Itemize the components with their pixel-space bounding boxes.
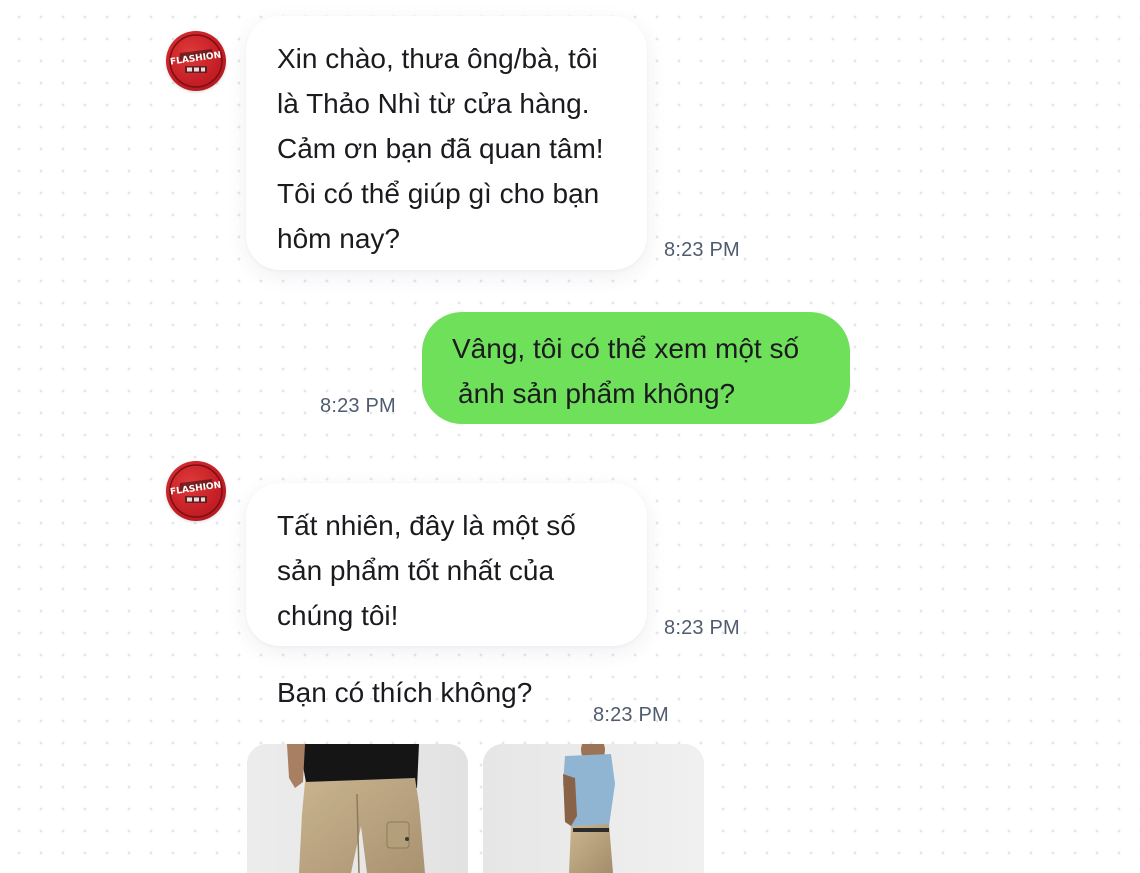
message-text[interactable]: Bạn có thích không? (277, 677, 532, 709)
message-line: Cảm ơn bạn đã quan tâm! (277, 133, 604, 164)
message-line: Tất nhiên, đây là một số (277, 510, 576, 541)
message-line: chúng tôi! (277, 600, 399, 631)
khaki-pants-photo-icon (247, 744, 468, 873)
svg-text:FLASHION: FLASHION (170, 50, 222, 67)
store-avatar[interactable]: FLASHION (166, 31, 226, 91)
message-line: là Thảo Nhì từ cửa hàng. (277, 88, 590, 119)
store-avatar[interactable]: FLASHION (166, 461, 226, 521)
message-timestamp: 8:23 PM (664, 617, 740, 639)
message-line: Xin chào, thưa ông/bà, tôi (277, 43, 598, 74)
product-image[interactable] (483, 744, 704, 873)
message-line: Vâng, tôi có thể xem một số (452, 333, 800, 364)
message-bubble-incoming[interactable]: Xin chào, thưa ông/bà, tôi là Thảo Nhì t… (246, 16, 647, 270)
flashion-logo-icon: FLASHION (169, 464, 223, 518)
message-timestamp: 8:23 PM (593, 704, 669, 726)
khaki-pants-blue-tee-photo-icon (483, 744, 704, 873)
message-bubble-outgoing[interactable]: Vâng, tôi có thể xem một số ảnh sản phẩm… (422, 312, 850, 424)
message-line: Tôi có thể giúp gì cho bạn (277, 178, 600, 209)
message-bubble-incoming[interactable]: Tất nhiên, đây là một số sản phẩm tốt nh… (246, 483, 647, 646)
message-line: hôm nay? (277, 223, 400, 254)
message-timestamp: 8:23 PM (320, 395, 396, 417)
product-image[interactable] (247, 744, 468, 873)
svg-text:FLASHION: FLASHION (170, 480, 222, 497)
message-line: sản phẩm tốt nhất của (277, 555, 555, 586)
flashion-logo-icon: FLASHION (169, 34, 223, 88)
message-line: ảnh sản phẩm không? (458, 378, 736, 409)
message-timestamp: 8:23 PM (664, 239, 740, 261)
